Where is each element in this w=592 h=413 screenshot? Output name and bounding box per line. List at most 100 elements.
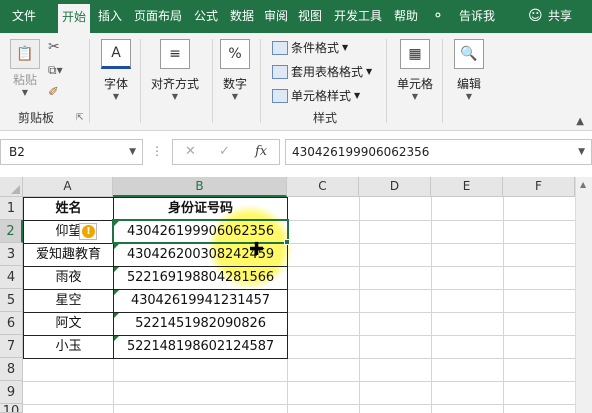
- cell-a4[interactable]: 雨夜: [24, 266, 113, 289]
- clipboard-group-label: 剪贴板: [17, 111, 54, 125]
- tab-insert[interactable]: 插入: [94, 0, 126, 33]
- clipboard-icon: 📋: [10, 39, 40, 69]
- group-divider: [260, 39, 261, 123]
- share-button[interactable]: 共享: [544, 0, 576, 33]
- resize-handle-icon[interactable]: ⋮: [151, 144, 163, 158]
- row-header-8[interactable]: 8: [0, 358, 23, 381]
- copy-icon[interactable]: ⧉▾: [48, 63, 63, 78]
- chevron-down-icon: ▼: [112, 92, 120, 101]
- error-indicator-icon: [114, 267, 119, 272]
- tab-review[interactable]: 审阅: [260, 0, 292, 33]
- column-header-e[interactable]: E: [431, 177, 503, 197]
- editing-button[interactable]: 🔍 编辑 ▼: [452, 39, 486, 101]
- group-divider: [442, 39, 443, 123]
- chevron-down-icon: ▼: [465, 92, 473, 101]
- expand-formula-icon[interactable]: ▼: [578, 140, 585, 164]
- row-header-10[interactable]: 10: [0, 404, 23, 413]
- name-box-value: B2: [9, 145, 25, 159]
- column-header-f[interactable]: F: [503, 177, 575, 197]
- select-all-corner[interactable]: [0, 177, 23, 197]
- cells-label: 单元格: [396, 77, 433, 91]
- row-header-7[interactable]: 7: [0, 335, 23, 358]
- tab-home[interactable]: 开始: [58, 4, 90, 33]
- insert-function-icon[interactable]: fx: [255, 144, 267, 159]
- error-options-button[interactable]: !: [79, 223, 97, 240]
- plus-cursor-icon: ✚: [249, 239, 265, 260]
- paste-label: 粘贴: [12, 73, 37, 87]
- error-indicator-icon: [114, 336, 119, 341]
- cell-styles-button[interactable]: 单元格样式 ▼: [272, 87, 360, 104]
- cancel-icon[interactable]: ✕: [185, 144, 196, 159]
- cell-b1[interactable]: 身份证号码: [114, 197, 287, 220]
- column-header-d[interactable]: D: [359, 177, 431, 197]
- row-header-3[interactable]: 3: [0, 243, 23, 266]
- cells-button[interactable]: ▦ 单元格 ▼: [394, 39, 436, 101]
- tab-view[interactable]: 视图: [294, 0, 326, 33]
- lightbulb-icon[interactable]: ⚬: [432, 0, 444, 33]
- group-divider: [140, 39, 141, 123]
- styles-group-label: 样式: [312, 111, 337, 125]
- align-lines-icon: ≡: [160, 39, 190, 69]
- column-header-b[interactable]: B: [113, 177, 287, 197]
- confirm-icon[interactable]: ✓: [219, 144, 230, 159]
- cell-b5[interactable]: 43042619941231457: [114, 289, 287, 312]
- tell-me-box[interactable]: 告诉我: [454, 0, 500, 33]
- percent-icon: %: [220, 39, 250, 69]
- cell-a1[interactable]: 姓名: [24, 197, 113, 220]
- cells-grid-icon: ▦: [400, 39, 430, 69]
- row-header-5[interactable]: 5: [0, 289, 23, 312]
- chevron-down-icon: ▼: [342, 43, 349, 52]
- share-person-icon[interactable]: ☺: [528, 0, 543, 33]
- collapse-ribbon-icon[interactable]: ▲: [576, 116, 584, 127]
- chevron-down-icon[interactable]: ▼: [129, 140, 136, 164]
- row-header-9[interactable]: 9: [0, 381, 23, 404]
- scroll-up-icon[interactable]: ▲: [580, 180, 586, 189]
- paste-button[interactable]: 📋 粘贴 ▼: [8, 39, 42, 97]
- tab-help[interactable]: 帮助: [390, 0, 422, 33]
- vertical-scrollbar[interactable]: ▲: [575, 177, 592, 413]
- alignment-button[interactable]: ≡ 对齐方式 ▼: [144, 39, 206, 101]
- group-divider: [89, 39, 90, 123]
- name-box[interactable]: B2 ▼: [0, 139, 143, 165]
- formula-content: 430426199906062356: [292, 145, 430, 159]
- ribbon-home: 📋 粘贴 ▼ ✂ ⧉▾ ✐ 剪贴板 ⇱ A 字体 ▼ ≡ 对齐方式 ▼ % 数字…: [0, 33, 592, 131]
- tab-data[interactable]: 数据: [226, 0, 258, 33]
- conditional-format-button[interactable]: 条件格式 ▼: [272, 39, 348, 56]
- group-divider: [386, 39, 387, 123]
- fill-handle[interactable]: [284, 239, 290, 245]
- cell-a6[interactable]: 阿文: [24, 312, 113, 335]
- cell-a2[interactable]: 仰望: [24, 220, 113, 243]
- row-header-6[interactable]: 6: [0, 312, 23, 335]
- cut-icon[interactable]: ✂: [48, 39, 60, 55]
- ribbon-tab-bar: 文件 开始 插入 页面布局 公式 数据 审阅 视图 开发工具 帮助 ⚬ 告诉我 …: [0, 0, 592, 33]
- cell-a7[interactable]: 小玉: [24, 335, 113, 358]
- font-button[interactable]: A 字体 ▼: [98, 39, 134, 101]
- format-painter-icon[interactable]: ✐: [48, 85, 59, 100]
- conditional-format-icon: [272, 40, 288, 55]
- error-indicator-icon: [114, 244, 119, 249]
- tab-page-layout[interactable]: 页面布局: [130, 0, 186, 33]
- worksheet-grid[interactable]: A B C D E F 1 2 3 4 5 6 7 8 9 10 姓名 身份证号…: [0, 177, 592, 413]
- warning-icon: !: [82, 225, 95, 238]
- cell-b7[interactable]: 522148198602124587: [114, 335, 287, 358]
- table-format-button[interactable]: 套用表格格式 ▼: [272, 63, 372, 80]
- tab-developer[interactable]: 开发工具: [328, 0, 388, 33]
- row-header-2[interactable]: 2: [0, 220, 23, 243]
- table-format-label: 套用表格格式: [291, 65, 364, 79]
- table-format-icon: [272, 64, 288, 79]
- tab-file[interactable]: 文件: [4, 0, 44, 33]
- formula-input[interactable]: 430426199906062356 ▼: [285, 139, 592, 165]
- row-header-4[interactable]: 4: [0, 266, 23, 289]
- row-header-1[interactable]: 1: [0, 197, 23, 220]
- error-indicator-icon: [114, 313, 119, 318]
- cell-b6[interactable]: 5221451982090826: [114, 312, 287, 335]
- formula-bar: B2 ▼ ⋮ ✕ ✓ fx 430426199906062356 ▼: [0, 131, 592, 175]
- number-button[interactable]: % 数字 ▼: [218, 39, 252, 101]
- column-header-a[interactable]: A: [23, 177, 113, 197]
- cell-a3[interactable]: 爱知趣教育: [24, 243, 113, 266]
- column-header-c[interactable]: C: [287, 177, 359, 197]
- dialog-launcher-icon[interactable]: ⇱: [76, 113, 84, 123]
- cell-a5[interactable]: 星空: [24, 289, 113, 312]
- tab-formulas[interactable]: 公式: [190, 0, 222, 33]
- cell-b4[interactable]: 522169198804281566: [114, 266, 287, 289]
